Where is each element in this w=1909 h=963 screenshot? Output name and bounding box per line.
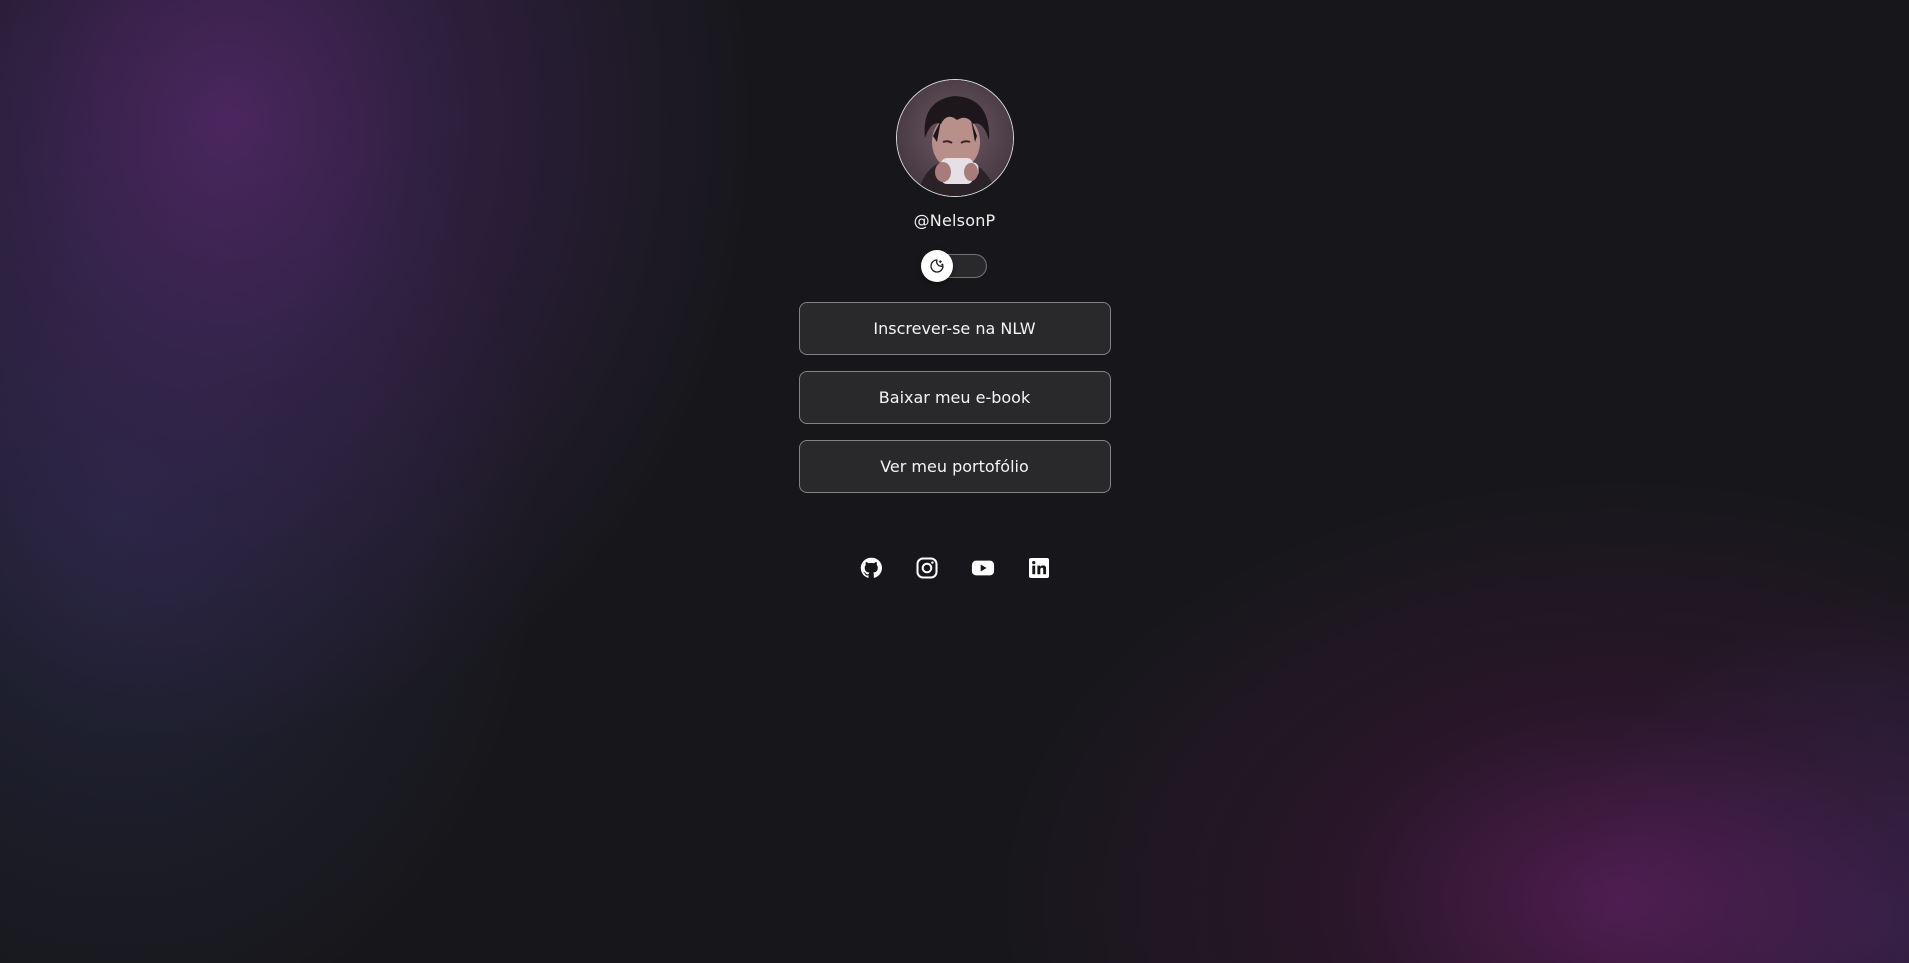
avatar (895, 79, 1014, 197)
github-icon (860, 557, 882, 578)
list-item: Baixar meu e-book (798, 371, 1111, 424)
instagram-icon (916, 557, 937, 579)
list-item: Ver meu portofólio (798, 440, 1111, 493)
linkedin-icon (1028, 558, 1049, 578)
link-list: Inscrever-se na NLW Baixar meu e-book Ve… (798, 302, 1111, 493)
social-links (859, 556, 1051, 580)
github-link[interactable] (859, 556, 883, 580)
linkedin-link[interactable] (1027, 556, 1051, 580)
profile-container: @NelsonP Inscrever-se na NLW Baixar meu … (0, 0, 1909, 580)
link-button-nlw[interactable]: Inscrever-se na NLW (798, 302, 1111, 355)
theme-toggle[interactable] (920, 250, 987, 282)
theme-toggle-knob[interactable] (920, 250, 953, 282)
instagram-link[interactable] (915, 556, 939, 580)
link-button-ebook[interactable]: Baixar meu e-book (798, 371, 1111, 424)
link-button-portfolio[interactable]: Ver meu portofólio (798, 440, 1111, 493)
list-item: Inscrever-se na NLW (798, 302, 1111, 355)
moon-icon (929, 259, 944, 273)
youtube-icon (971, 560, 994, 576)
username: @NelsonP (913, 211, 996, 230)
youtube-link[interactable] (971, 556, 995, 580)
profile-avatar-illustration (896, 80, 1013, 196)
